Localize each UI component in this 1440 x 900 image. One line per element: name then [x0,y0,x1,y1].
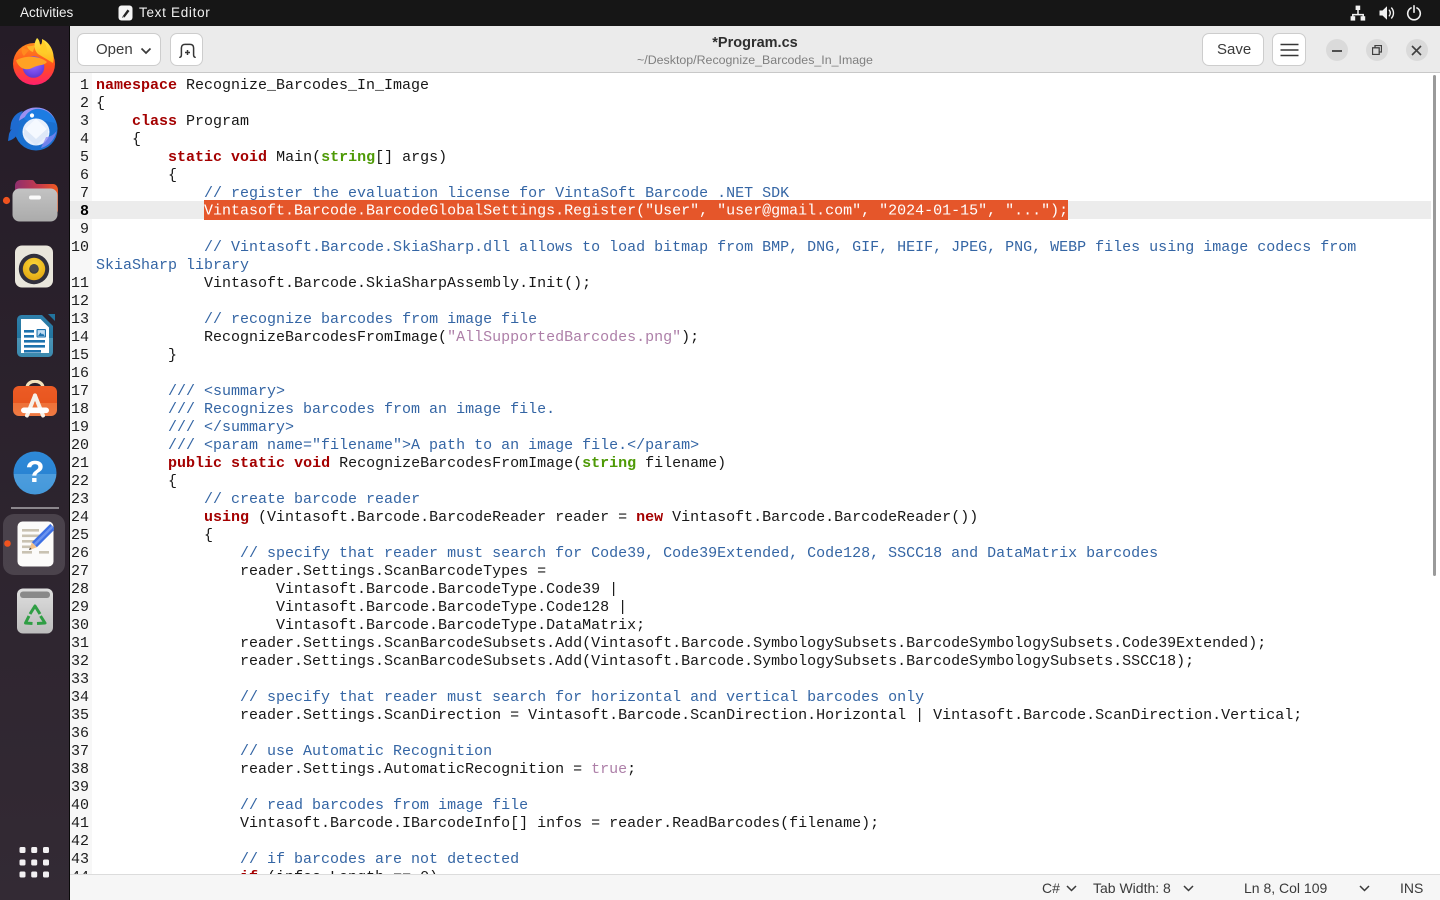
svg-text:?: ? [26,454,45,489]
